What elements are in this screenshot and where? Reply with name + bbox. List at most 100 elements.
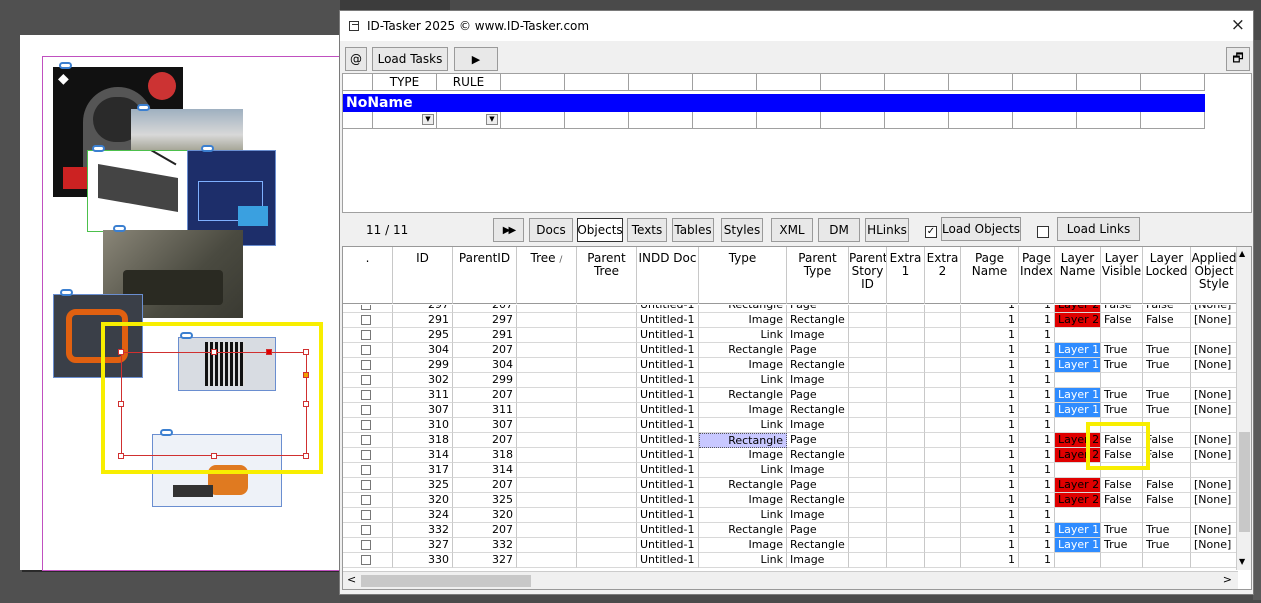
- row-checkbox[interactable]: [361, 345, 371, 355]
- cell-page-name[interactable]: 1: [961, 305, 1019, 313]
- row-checkbox[interactable]: [361, 315, 371, 325]
- cell-id[interactable]: 304: [393, 343, 453, 358]
- table-row[interactable]: 332 207 Untitled-1 Rectangle Page 1 1 Layer 1 Tr…: [343, 523, 1238, 538]
- cell-parentid[interactable]: 332: [453, 538, 517, 553]
- cell-id[interactable]: 295: [393, 328, 453, 343]
- cell-parent-tree[interactable]: [577, 493, 637, 508]
- tables-button[interactable]: Tables: [672, 218, 714, 242]
- task-cell[interactable]: [1013, 112, 1077, 129]
- vertical-scrollbar[interactable]: ▲ ▼: [1236, 247, 1251, 570]
- task-name-row[interactable]: NoName: [343, 94, 1205, 112]
- cell-page-name[interactable]: 1: [961, 358, 1019, 373]
- cell-extra1[interactable]: [887, 373, 925, 388]
- cell-parentid[interactable]: 207: [453, 478, 517, 493]
- tasks-grid[interactable]: TYPE RULE NoName ▼ ▼: [342, 73, 1252, 213]
- row-checkbox[interactable]: [361, 405, 371, 415]
- cell-type[interactable]: Link: [699, 463, 787, 478]
- cell-indd-doc[interactable]: Untitled-1: [637, 523, 699, 538]
- cell-page-name[interactable]: 1: [961, 328, 1019, 343]
- styles-button[interactable]: Styles: [721, 218, 763, 242]
- cell-parent-story-id[interactable]: [849, 313, 887, 328]
- cell-parentid[interactable]: 207: [453, 433, 517, 448]
- task-cell[interactable]: [1077, 112, 1141, 129]
- cell-parentid[interactable]: 207: [453, 305, 517, 313]
- cell-parentid[interactable]: 207: [453, 388, 517, 403]
- cell-indd-doc[interactable]: Untitled-1: [637, 328, 699, 343]
- cell-extra2[interactable]: [925, 373, 961, 388]
- scroll-down-icon[interactable]: ▼: [1239, 557, 1245, 566]
- cell-applied-object-style[interactable]: [None]: [1191, 433, 1238, 448]
- task-cell[interactable]: [343, 112, 373, 129]
- cell-layer-name[interactable]: Layer 1: [1055, 388, 1101, 403]
- row-checkbox[interactable]: [361, 465, 371, 475]
- cell-id[interactable]: 320: [393, 493, 453, 508]
- cell-parent-type[interactable]: Rectangle: [787, 313, 849, 328]
- row-checkbox[interactable]: [361, 495, 371, 505]
- table-row[interactable]: 320 325 Untitled-1 Image Rectangle 1 1 Layer 2F…: [343, 493, 1238, 508]
- cell-layer-locked[interactable]: False: [1143, 478, 1191, 493]
- restore-icon[interactable]: 🗗: [1226, 47, 1250, 71]
- cell-extra1[interactable]: [887, 508, 925, 523]
- cell-parent-tree[interactable]: [577, 448, 637, 463]
- cell-parent-type[interactable]: Rectangle: [787, 448, 849, 463]
- cell-tree[interactable]: [517, 553, 577, 568]
- cell-parent-type[interactable]: Image: [787, 418, 849, 433]
- cell-parent-tree[interactable]: [577, 508, 637, 523]
- cell-page-index[interactable]: 1: [1019, 523, 1055, 538]
- col-header-indd-doc[interactable]: INDD Doc: [637, 247, 699, 304]
- cell-applied-object-style[interactable]: [1191, 373, 1238, 388]
- cell-extra2[interactable]: [925, 523, 961, 538]
- task-cell[interactable]: [501, 112, 565, 129]
- row-selector[interactable]: [343, 538, 393, 553]
- cell-applied-object-style[interactable]: [None]: [1191, 343, 1238, 358]
- col-header-parent-tree[interactable]: Parent Tree: [577, 247, 637, 304]
- cell-applied-object-style[interactable]: [1191, 553, 1238, 568]
- cell-type[interactable]: Image: [699, 358, 787, 373]
- cell-page-index[interactable]: 1: [1019, 553, 1055, 568]
- cell-layer-name[interactable]: Layer 1: [1055, 523, 1101, 538]
- cell-parent-tree[interactable]: [577, 538, 637, 553]
- cell-indd-doc[interactable]: Untitled-1: [637, 418, 699, 433]
- cell-tree[interactable]: [517, 418, 577, 433]
- cell-layer-visible[interactable]: [1101, 373, 1143, 388]
- objects-button[interactable]: Objects: [577, 218, 623, 242]
- cell-layer-locked[interactable]: False: [1143, 313, 1191, 328]
- cell-layer-name[interactable]: [1055, 328, 1101, 343]
- table-row[interactable]: 311 207 Untitled-1 Rectangle Page 1 1 Layer 1 Tr…: [343, 388, 1238, 403]
- row-selector[interactable]: [343, 463, 393, 478]
- cell-page-name[interactable]: 1: [961, 523, 1019, 538]
- cell-page-name[interactable]: 1: [961, 493, 1019, 508]
- dm-button[interactable]: DM: [818, 218, 860, 242]
- cell-layer-name[interactable]: [1055, 553, 1101, 568]
- cell-indd-doc[interactable]: Untitled-1: [637, 313, 699, 328]
- col-header-dot[interactable]: .: [343, 247, 393, 304]
- cell-page-index[interactable]: 1: [1019, 448, 1055, 463]
- table-row[interactable]: 327 332 Untitled-1 Image Rectangle 1 1 Layer 1T…: [343, 538, 1238, 553]
- cell-parent-tree[interactable]: [577, 373, 637, 388]
- task-cell[interactable]: [885, 112, 949, 129]
- cell-page-name[interactable]: 1: [961, 553, 1019, 568]
- cell-layer-name[interactable]: Layer 2: [1055, 493, 1101, 508]
- cell-parent-story-id[interactable]: [849, 448, 887, 463]
- cell-parent-type[interactable]: Image: [787, 328, 849, 343]
- cell-extra1[interactable]: [887, 523, 925, 538]
- cell-parent-tree[interactable]: [577, 523, 637, 538]
- cell-type[interactable]: Rectangle: [699, 388, 787, 403]
- cell-parent-type[interactable]: Image: [787, 463, 849, 478]
- row-selector[interactable]: [343, 508, 393, 523]
- cell-extra2[interactable]: [925, 343, 961, 358]
- cell-applied-object-style[interactable]: [None]: [1191, 388, 1238, 403]
- cell-id[interactable]: 318: [393, 433, 453, 448]
- row-selector[interactable]: [343, 305, 393, 313]
- col-header-layer-visible[interactable]: Layer Visible: [1101, 247, 1143, 304]
- cell-parentid[interactable]: 299: [453, 373, 517, 388]
- cell-page-index[interactable]: 1: [1019, 313, 1055, 328]
- cell-id[interactable]: 291: [393, 313, 453, 328]
- cell-parent-type[interactable]: Page: [787, 305, 849, 313]
- cell-layer-visible[interactable]: True: [1101, 538, 1143, 553]
- cell-extra2[interactable]: [925, 388, 961, 403]
- cell-layer-locked[interactable]: [1143, 508, 1191, 523]
- cell-id[interactable]: 330: [393, 553, 453, 568]
- cell-type[interactable]: Image: [699, 313, 787, 328]
- cell-applied-object-style[interactable]: [None]: [1191, 313, 1238, 328]
